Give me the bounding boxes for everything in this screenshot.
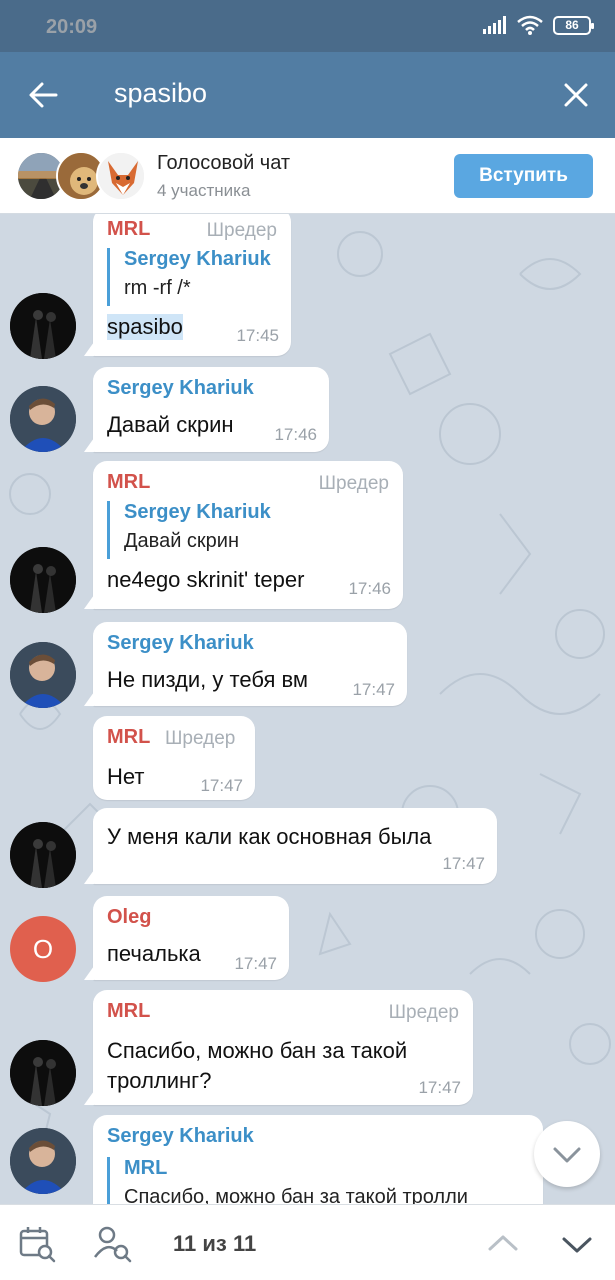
sender-name[interactable]: Sergey Khariuk (107, 1125, 254, 1148)
message-time: 17:45 (236, 326, 279, 345)
search-result-counter: 11 из 11 (173, 1231, 257, 1256)
search-header: spasibo (0, 52, 615, 138)
user-search-icon[interactable] (93, 1225, 133, 1263)
voice-chat-participants: 4 участника (157, 181, 251, 200)
avatar-mrl[interactable] (10, 822, 76, 888)
sender-name[interactable]: Oleg (107, 906, 151, 929)
avatar-sergey[interactable] (10, 642, 76, 708)
message-bubble[interactable]: Sergey Khariuk Давай скрин 17:46 (84, 367, 329, 452)
avatar-sergey[interactable] (10, 1128, 76, 1194)
battery-icon: 86 (553, 15, 594, 35)
wifi-icon (517, 15, 543, 35)
avatar-mrl[interactable] (10, 1040, 76, 1106)
sender-name[interactable]: Sergey Khariuk (107, 632, 254, 655)
message-bubble[interactable]: MRL Шредер Sergey Khariuk Давай скрин ne… (84, 461, 403, 609)
participant-avatars (16, 151, 146, 201)
message-text-line2: троллинг? (107, 1068, 212, 1093)
reply-author: MRL (124, 1157, 168, 1179)
message-time: 17:47 (418, 1078, 461, 1097)
sender-name[interactable]: MRL (107, 726, 150, 749)
sender-name[interactable]: MRL (107, 1000, 150, 1023)
chevron-up-icon[interactable] (486, 1229, 520, 1257)
join-button[interactable]: Вступить (454, 154, 593, 198)
back-arrow-icon[interactable] (26, 78, 60, 112)
avatar-mrl[interactable] (10, 293, 76, 359)
reply-author: Sergey Khariuk (124, 501, 271, 523)
message-time: 17:47 (352, 680, 395, 699)
avatar-mrl[interactable] (10, 547, 76, 613)
status-icons: 86 (483, 15, 594, 35)
calendar-search-icon[interactable] (18, 1225, 56, 1263)
sender-role: Шредер (165, 728, 236, 749)
voice-chat-bar[interactable]: Голосовой чат 4 участника Вступить (0, 138, 615, 214)
message-text-line1: Спасибо, можно бан за такой (107, 1038, 408, 1063)
chevron-down-icon (553, 1147, 581, 1163)
chevron-down-icon[interactable] (560, 1231, 594, 1259)
search-navigation-bar: 11 из 11 (0, 1204, 615, 1280)
message-bubble[interactable]: MRL Шредер Sergey Khariuk rm -rf /* spas… (84, 214, 291, 356)
message-time: 17:46 (348, 579, 391, 598)
sender-name[interactable]: MRL (107, 471, 150, 494)
reply-quote[interactable]: Sergey Khariuk rm -rf /* (107, 248, 271, 306)
sender-role: Шредер (318, 473, 389, 494)
search-input[interactable]: spasibo (114, 78, 207, 109)
reply-quote[interactable]: MRL Спасибо, можно бан за такой тролли (107, 1157, 468, 1204)
voice-chat-title: Голосовой чат (157, 152, 291, 174)
message-bubble[interactable]: Sergey Khariuk Не пизди, у тебя вм 17:47 (84, 622, 407, 706)
sender-name[interactable]: MRL (107, 218, 150, 241)
reply-author: Sergey Khariuk (124, 248, 271, 270)
message-time: 17:46 (274, 425, 317, 444)
sender-name[interactable]: Sergey Khariuk (107, 377, 254, 400)
status-bar: 20:09 86 (0, 0, 615, 52)
reply-quote[interactable]: Sergey Khariuk Давай скрин (107, 501, 271, 559)
avatar-sergey[interactable] (10, 386, 76, 452)
message-text: У меня кали как основная была (107, 824, 432, 849)
scroll-down-button[interactable] (534, 1121, 600, 1187)
participant-avatar-fox (96, 151, 146, 201)
message-time: 17:47 (200, 776, 243, 795)
message-time: 17:47 (234, 954, 277, 973)
message-text: Давай скрин (107, 412, 234, 437)
message-text: печалька (107, 941, 201, 966)
message-bubble[interactable]: Sergey Khariuk MRL Спасибо, можно бан за… (93, 1115, 543, 1204)
signal-icon (483, 16, 506, 34)
message-text: Не пизди, у тебя вм (107, 667, 309, 692)
message-bubble[interactable]: MRL Шредер Спасибо, можно бан за такой т… (84, 990, 473, 1105)
message-bubble[interactable]: MRL Шредер Нет 17:47 (93, 716, 255, 800)
message-text: ne4ego skrinit' teper (107, 567, 305, 592)
close-icon[interactable] (561, 80, 591, 110)
sender-role: Шредер (388, 1002, 459, 1023)
status-time: 20:09 (46, 16, 98, 38)
chat-area[interactable]: MRL Шредер Sergey Khariuk rm -rf /* spas… (0, 214, 615, 1204)
message-text: spasibo (107, 314, 183, 340)
avatar-oleg[interactable]: O (10, 916, 76, 982)
message-bubble[interactable]: Oleg печалька 17:47 (84, 896, 289, 980)
reply-text: rm -rf /* (124, 277, 191, 299)
message-time: 17:47 (442, 854, 485, 873)
message-bubble[interactable]: У меня кали как основная была 17:47 (84, 808, 497, 884)
reply-text: Спасибо, можно бан за такой тролли (124, 1186, 468, 1204)
sender-role: Шредер (206, 220, 277, 241)
reply-text: Давай скрин (124, 530, 240, 552)
message-text: Нет (107, 764, 145, 789)
